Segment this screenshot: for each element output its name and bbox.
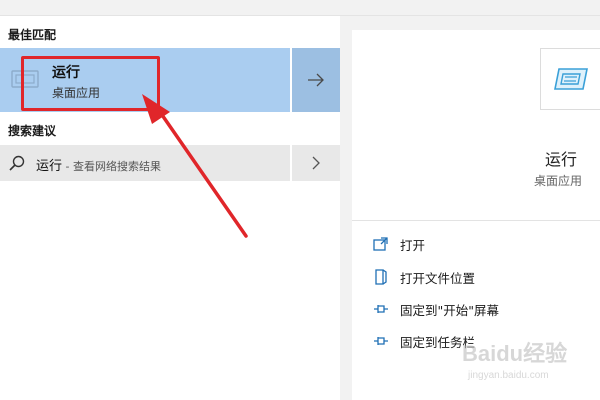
pin-icon — [374, 337, 388, 345]
action-open-file-location[interactable]: 打开文件位置 — [372, 267, 475, 287]
annotation-highlight-box — [21, 56, 160, 111]
arrow-right-icon — [308, 73, 324, 87]
pin-icon — [374, 305, 388, 313]
search-icon — [9, 155, 25, 171]
action-open-label: 打开 — [400, 237, 426, 253]
best-match-heading: 最佳匹配 — [8, 28, 57, 42]
web-search-suggestion[interactable]: 运行 - 查看网络搜索结果 — [0, 145, 340, 181]
search-suggestions-heading: 搜索建议 — [8, 124, 57, 138]
watermark-logo: Baidu经验 jingyan.baidu.com — [462, 336, 592, 392]
action-pin-to-start[interactable]: 固定到"开始"屏幕 — [372, 299, 499, 319]
open-icon — [373, 237, 388, 251]
run-app-icon — [554, 68, 588, 90]
action-open[interactable]: 打开 — [372, 234, 425, 254]
action-pin-to-start-label: 固定到"开始"屏幕 — [400, 302, 499, 318]
file-location-icon — [375, 269, 387, 285]
open-details-button[interactable] — [292, 48, 340, 112]
app-subtitle: 桌面应用 — [534, 174, 583, 188]
suggestion-query: 运行 — [36, 159, 63, 174]
suggestion-expand-button[interactable] — [292, 145, 340, 181]
app-icon-tile — [540, 48, 600, 110]
suggestion-hint: - 查看网络搜索结果 — [62, 160, 161, 173]
action-pin-to-taskbar[interactable]: 固定到任务栏 — [372, 331, 475, 351]
divider — [352, 220, 600, 221]
watermark-text: Baidu经验 — [462, 341, 568, 366]
chevron-right-icon — [312, 156, 320, 170]
action-open-file-location-label: 打开文件位置 — [400, 270, 476, 286]
app-title: 运行 — [545, 150, 578, 169]
suggestion-item[interactable]: 运行 - 查看网络搜索结果 — [0, 145, 290, 181]
watermark-url: jingyan.baidu.com — [468, 370, 549, 381]
top-strip — [0, 0, 600, 16]
